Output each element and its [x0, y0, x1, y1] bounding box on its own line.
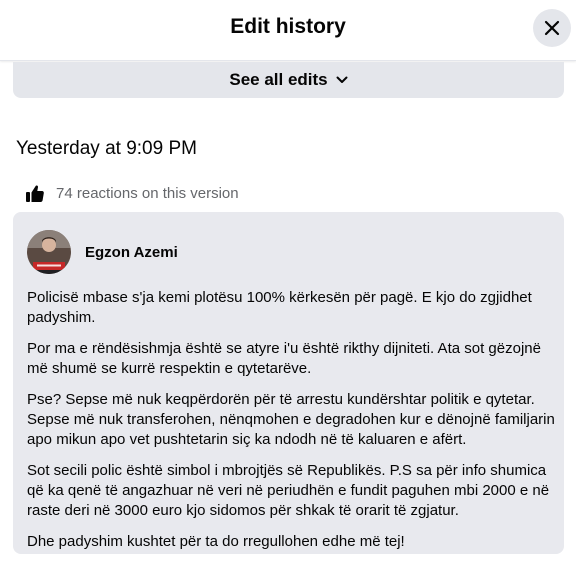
author-name[interactable]: Egzon Azemi	[85, 244, 178, 261]
close-button[interactable]	[533, 9, 571, 47]
avatar[interactable]	[27, 230, 71, 274]
chevron-down-icon	[336, 76, 348, 84]
close-icon	[544, 20, 560, 36]
post-paragraph: Sot secili polic është simbol i mbrojtjë…	[27, 462, 550, 519]
post-text: Policisë mbase s'ja kemi plotësu 100% kë…	[27, 288, 555, 563]
post-card: Egzon Azemi Policisë mbase s'ja kemi plo…	[13, 212, 564, 554]
post-paragraph: Pse? Sepse më nuk keqpërdorën për të arr…	[27, 391, 555, 448]
thumbs-up-icon	[26, 185, 44, 202]
post-paragraph: Por ma e rëndësishmja është se atyre i'u…	[27, 340, 541, 377]
post-paragraph: Dhe padyshim kushtet për ta do rregulloh…	[27, 533, 405, 550]
reactions-summary[interactable]: 74 reactions on this version	[26, 182, 239, 204]
dialog-header: Edit history	[0, 0, 576, 61]
dialog-title: Edit history	[230, 15, 346, 38]
see-all-edits-label: See all edits	[229, 70, 328, 89]
post-paragraph: Policisë mbase s'ja kemi plotësu 100% kë…	[27, 289, 532, 326]
post-author: Egzon Azemi	[27, 230, 178, 274]
see-all-edits-button[interactable]: See all edits	[13, 62, 564, 98]
reactions-text: 74 reactions on this version	[56, 184, 239, 202]
version-timestamp: Yesterday at 9:09 PM	[16, 138, 197, 159]
